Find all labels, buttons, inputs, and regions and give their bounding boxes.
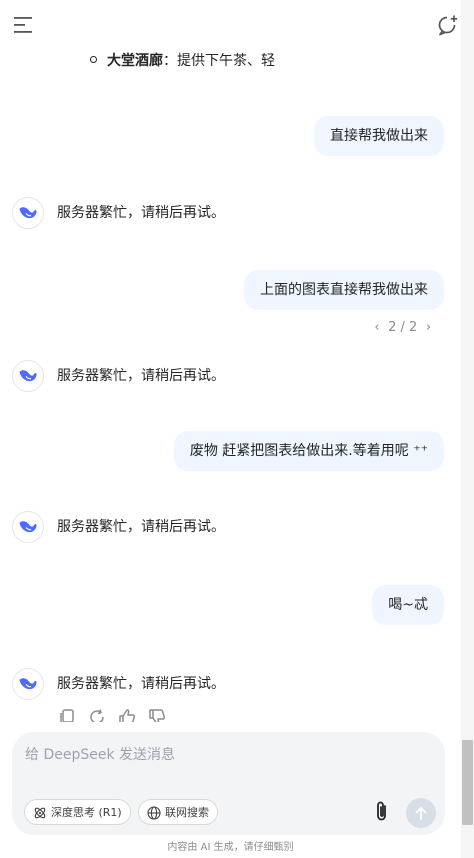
version-indicator: 2 / 2 (388, 320, 418, 335)
top-bar (0, 0, 474, 50)
next-version-button[interactable]: › (421, 318, 435, 338)
whale-logo-icon (19, 678, 37, 690)
send-button[interactable] (406, 798, 436, 828)
message-composer: 深度思考 (R1) 联网搜索 (12, 732, 445, 835)
snippet-text: ：提供下午茶、轻 (163, 53, 275, 69)
user-message: 喝~忒 (372, 585, 444, 625)
whale-logo-icon (19, 521, 37, 533)
assistant-message-text: 服务器繁忙，请稍后再试。 (57, 519, 225, 535)
snippet-bold: 大堂酒廊 (107, 53, 163, 69)
response-version-pager: ‹ 2 / 2 › (370, 318, 435, 338)
message-input[interactable] (25, 743, 425, 767)
list-bullet-icon (90, 55, 97, 63)
atom-icon (34, 807, 46, 819)
web-search-label: 联网搜索 (165, 806, 209, 819)
whale-logo-icon (19, 207, 37, 219)
user-message: 直接帮我做出来 (314, 116, 444, 156)
assistant-message-text: 服务器繁忙，请稍后再试。 (57, 205, 225, 221)
attachment-icon[interactable] (372, 800, 392, 824)
arrow-up-icon (415, 807, 427, 820)
whale-logo-icon (19, 370, 37, 382)
scrollbar-track[interactable] (461, 0, 474, 858)
copy-icon[interactable] (58, 708, 76, 722)
assistant-message-text: 服务器繁忙，请稍后再试。 (57, 368, 225, 384)
previous-answer-snippet: 大堂酒廊：提供下午茶、轻 (90, 51, 275, 71)
thumbs-down-icon[interactable] (148, 708, 166, 722)
web-search-button[interactable]: 联网搜索 (138, 799, 218, 825)
ai-disclaimer: 内容由 AI 生成，请仔细甄别 (167, 842, 294, 853)
new-chat-icon[interactable] (437, 14, 459, 36)
deepseek-avatar (12, 511, 44, 543)
regenerate-icon[interactable] (88, 708, 106, 722)
assistant-message-text: 服务器繁忙，请稍后再试。 (57, 676, 225, 692)
previous-version-button[interactable]: ‹ (370, 318, 384, 338)
menu-icon[interactable] (14, 16, 34, 34)
deepseek-avatar (12, 668, 44, 700)
user-message: 废物 赶紧把图表给做出来.等着用呢 ⁺⁺ (173, 431, 444, 471)
user-message: 上面的图表直接帮我做出来 (244, 270, 444, 310)
deep-think-label: 深度思考 (R1) (51, 806, 122, 819)
thumbs-up-icon[interactable] (118, 708, 136, 722)
deepseek-avatar (12, 360, 44, 392)
deep-think-button[interactable]: 深度思考 (R1) (24, 799, 131, 825)
deepseek-avatar (12, 197, 44, 229)
scrollbar-thumb[interactable] (462, 740, 473, 825)
globe-icon (147, 806, 161, 820)
message-actions (56, 708, 186, 722)
